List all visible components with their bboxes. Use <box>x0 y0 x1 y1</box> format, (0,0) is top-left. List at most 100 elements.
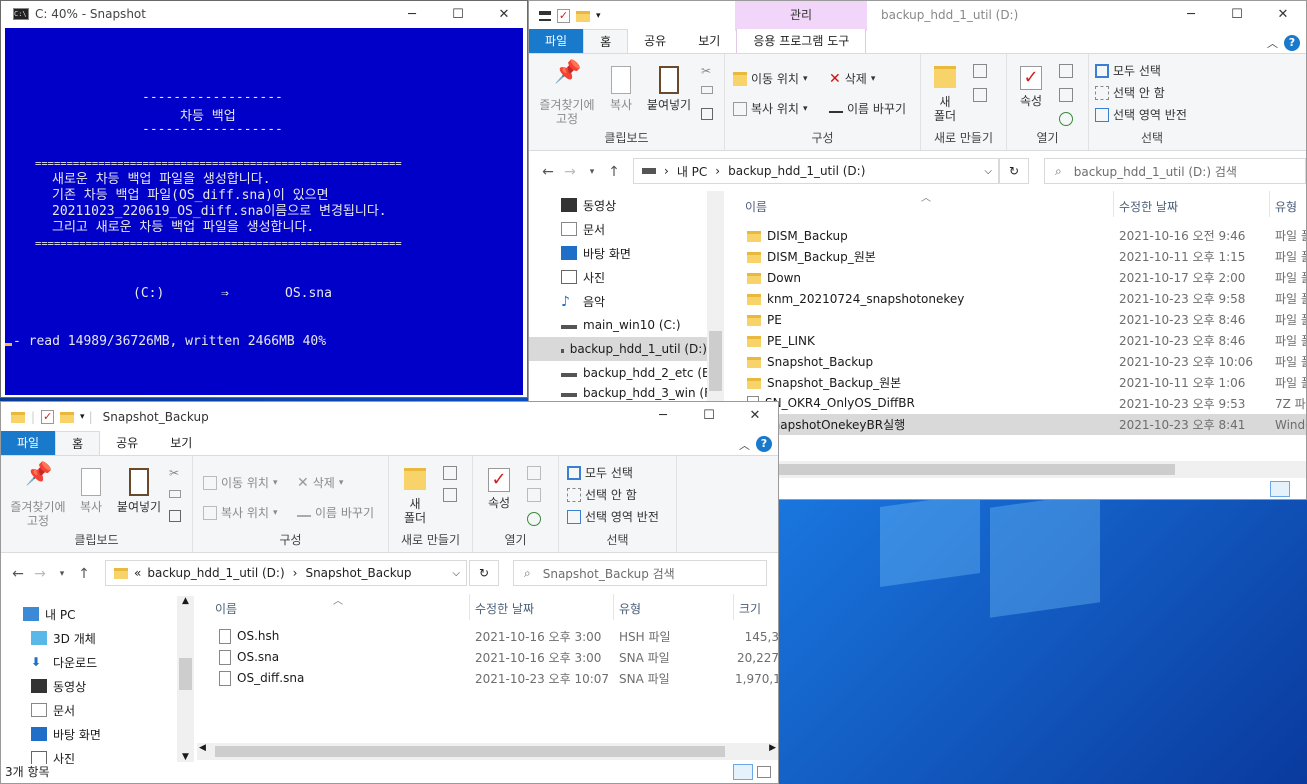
column-header-date[interactable]: 수정한 날짜 <box>1119 198 1178 215</box>
nav-item-desktop[interactable]: 바탕 화면 <box>31 722 101 746</box>
large-icons-view-button[interactable] <box>757 766 771 778</box>
column-header-size[interactable]: 크기 <box>739 600 761 617</box>
tab-view[interactable]: 보기 <box>682 29 736 53</box>
column-header-date[interactable]: 수정한 날짜 <box>475 600 534 617</box>
close-button[interactable]: ✕ <box>1260 1 1306 27</box>
collapse-ribbon-icon[interactable]: ︿ <box>1267 35 1278 51</box>
tab-file[interactable]: 파일 <box>1 431 56 455</box>
breadcrumb-d-drive[interactable]: backup_hdd_1_util (D:) <box>147 566 284 580</box>
paste-button[interactable]: 붙여넣기 <box>113 468 165 514</box>
refresh-button[interactable]: ↻ <box>469 560 499 586</box>
close-button[interactable]: ✕ <box>732 402 778 428</box>
select-all-button[interactable]: 모두 선택 <box>567 464 633 481</box>
paste-shortcut-icon[interactable] <box>701 108 713 120</box>
recent-dropdown-icon[interactable]: ▾ <box>581 167 603 177</box>
nav-item-videos[interactable]: 동영상 <box>561 193 616 217</box>
new-folder-icon[interactable] <box>576 10 590 22</box>
nav-scrollbar[interactable] <box>707 191 724 403</box>
console-window[interactable]: C:\ C: 40% - Snapshot ─ ☐ ✕ ------------… <box>0 0 528 398</box>
properties-icon[interactable]: ✓ <box>557 9 570 23</box>
copy-button[interactable]: 복사 <box>603 66 639 112</box>
file-row[interactable]: OS.sna 2021-10-16 오후 3:00 SNA 파일 20,227 <box>195 647 778 668</box>
nav-scrollbar[interactable]: ▲ ▼ <box>177 596 194 762</box>
rename-button[interactable]: 이름 바꾸기 <box>297 504 374 521</box>
breadcrumb-snapshot-backup[interactable]: Snapshot_Backup <box>305 566 411 580</box>
address-dropdown-icon[interactable]: ⌵ <box>984 166 992 177</box>
maximize-button[interactable]: ☐ <box>1214 1 1260 27</box>
scroll-thumb[interactable] <box>709 331 722 391</box>
nav-item-drive-e[interactable]: backup_hdd_2_etc (E:) <box>561 361 718 385</box>
file-row[interactable]: PE_LINK 2021-10-23 오후 8:46 파일 폴더 <box>725 330 1306 351</box>
copy-path-icon[interactable] <box>169 490 181 498</box>
file-row[interactable]: PE 2021-10-23 오후 8:46 파일 폴더 <box>725 309 1306 330</box>
collapse-ribbon-icon[interactable]: ︿ <box>739 437 750 453</box>
back-arrow-icon[interactable]: ← <box>537 164 559 180</box>
move-to-button[interactable]: 이동 위치 ▾ <box>733 70 808 87</box>
new-folder-button[interactable]: 새 폴더 <box>927 66 963 123</box>
paste-shortcut-icon[interactable] <box>169 510 181 522</box>
explorer-window-snapshot-backup[interactable]: | ✓ ▾ | Snapshot_Backup ─ ☐ ✕ 파일 홈 공유 보기… <box>0 401 779 784</box>
file-row[interactable]: SN_OKR4_OnlyOS_DiffBR 2021-10-23 오후 9:53 7… <box>725 393 1306 414</box>
file-row[interactable]: DISM_Backup_원본 2021-10-11 오후 1:15 파일 폴더 <box>725 246 1306 267</box>
save-icon[interactable] <box>539 11 551 21</box>
scroll-up-icon[interactable]: ▲ <box>177 596 194 606</box>
nav-item-drive-f[interactable]: backup_hdd_3_win (F:) <box>561 385 719 401</box>
paste-button[interactable]: 붙여넣기 <box>643 66 695 112</box>
address-dropdown-icon[interactable]: ⌵ <box>452 568 460 579</box>
invert-selection-button[interactable]: 선택 영역 반전 <box>567 508 659 525</box>
nav-item-this-pc[interactable]: 내 PC <box>23 602 75 626</box>
forward-arrow-icon[interactable]: → <box>29 566 51 582</box>
select-all-button[interactable]: 모두 선택 <box>1095 62 1161 79</box>
file-row[interactable]: Snapshot_Backup 2021-10-23 오후 10:06 파일 폴더 <box>725 351 1306 372</box>
column-header-name[interactable]: 이름 <box>215 600 237 617</box>
close-button[interactable]: ✕ <box>481 1 527 27</box>
properties-button[interactable]: ✓ 속성 <box>481 468 517 510</box>
edit-icon[interactable] <box>1059 88 1073 102</box>
recent-dropdown-icon[interactable]: ▾ <box>51 569 73 579</box>
history-icon[interactable] <box>1059 112 1073 126</box>
tab-share[interactable]: 공유 <box>628 29 682 53</box>
back-arrow-icon[interactable]: ← <box>7 566 29 582</box>
horizontal-scrollbar[interactable] <box>725 461 1306 478</box>
help-icon[interactable]: ? <box>756 436 772 452</box>
new-item-icon[interactable] <box>973 64 987 78</box>
customize-qat-icon[interactable]: ▾ <box>80 412 85 422</box>
minimize-button[interactable]: ─ <box>1168 1 1214 27</box>
help-icon[interactable]: ? <box>1284 35 1300 51</box>
file-row[interactable]: knm_20210724_snapshotonekey 2021-10-23 오후… <box>725 288 1306 309</box>
nav-item-music[interactable]: ♪ 음악 <box>561 289 605 313</box>
edit-icon[interactable] <box>527 488 541 502</box>
file-row[interactable]: DISM_Backup 2021-10-16 오전 9:46 파일 폴더 <box>725 225 1306 246</box>
tab-app-tools[interactable]: 응용 프로그램 도구 <box>736 29 867 53</box>
up-arrow-icon[interactable]: ↑ <box>73 566 95 582</box>
scroll-thumb[interactable] <box>215 746 725 757</box>
properties-icon[interactable]: ✓ <box>41 410 55 424</box>
search-input[interactable]: ⌕ backup_hdd_1_util (D:) 검색 <box>1044 158 1306 184</box>
maximize-button[interactable]: ☐ <box>435 1 481 27</box>
invert-selection-button[interactable]: 선택 영역 반전 <box>1095 106 1187 123</box>
console-screen[interactable]: ------------------ 차등 백업 ---------------… <box>5 28 523 395</box>
minimize-button[interactable]: ─ <box>640 402 686 428</box>
easy-access-icon[interactable] <box>443 488 457 502</box>
tab-home[interactable]: 홈 <box>55 431 101 455</box>
address-bar[interactable]: « backup_hdd_1_util (D:) › Snapshot_Back… <box>105 560 467 586</box>
easy-access-icon[interactable] <box>973 88 987 102</box>
history-icon[interactable] <box>527 512 541 526</box>
pin-to-quick-access-button[interactable]: 📌 즐겨찾기에 고정 <box>3 464 73 529</box>
file-row[interactable]: Down 2021-10-17 오후 2:00 파일 폴더 <box>725 267 1306 288</box>
nav-item-documents[interactable]: 문서 <box>31 698 75 722</box>
new-item-icon[interactable] <box>443 466 457 480</box>
pin-to-quick-access-button[interactable]: 📌 즐겨찾기에 고정 <box>533 62 601 127</box>
select-none-button[interactable]: 선택 안 함 <box>1095 84 1165 101</box>
new-folder-icon[interactable] <box>60 411 75 423</box>
nav-item-desktop[interactable]: 바탕 화면 <box>561 241 631 265</box>
nav-item-drive-c[interactable]: main_win10 (C:) <box>561 313 681 337</box>
details-view-button[interactable] <box>1270 481 1290 497</box>
address-bar[interactable]: › 내 PC › backup_hdd_1_util (D:) ⌵ <box>633 158 999 184</box>
tab-view[interactable]: 보기 <box>154 431 208 455</box>
column-header-type[interactable]: 유형 <box>1275 198 1297 215</box>
properties-button[interactable]: ✓ 속성 <box>1013 66 1049 108</box>
delete-button[interactable]: ✕ 삭제 ▾ <box>297 474 343 491</box>
scroll-right-icon[interactable]: ▶ <box>769 743 776 753</box>
new-folder-button[interactable]: 새 폴더 <box>397 468 433 525</box>
